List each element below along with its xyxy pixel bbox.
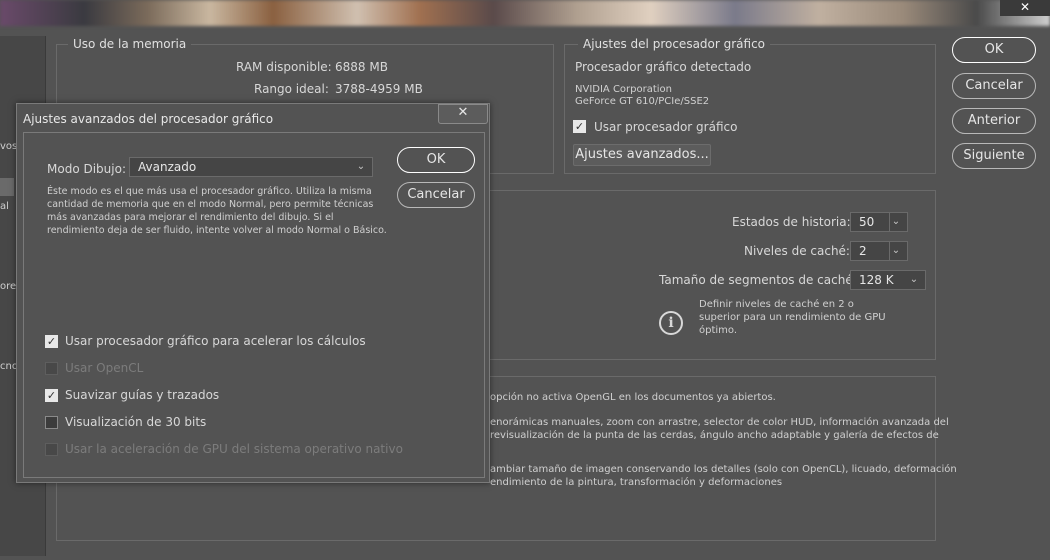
gpu-settings-title: Ajustes del procesador gráfico (578, 37, 771, 51)
dialog-cancel-button[interactable]: Cancelar (397, 182, 475, 208)
gpu-compute-checkbox[interactable]: ✓ (45, 335, 58, 348)
previous-button[interactable]: Anterior (952, 108, 1036, 134)
description-line: ambiar tamaño de imagen conservando los … (490, 464, 957, 475)
native-os-gpu-checkbox[interactable] (45, 443, 58, 456)
chevron-down-icon: ⌄ (356, 161, 366, 172)
ram-available-value: 6888 MB (335, 60, 388, 74)
ideal-range-value: 3788-4959 MB (335, 82, 423, 96)
background-photo-strip (0, 0, 1050, 26)
sidebar-selected-item[interactable] (0, 178, 14, 196)
ram-available-label: RAM disponible: (236, 60, 332, 74)
dialog-ok-button[interactable]: OK (397, 147, 475, 173)
gpu-model: GeForce GT 610/PCIe/SSE2 (575, 96, 710, 107)
description-line: endimiento de la pintura, transformación… (490, 477, 783, 488)
ok-button[interactable]: OK (952, 37, 1036, 63)
dialog-titlebar[interactable]: Ajustes avanzados del procesador gráfico… (17, 104, 489, 132)
advanced-settings-button[interactable]: Ajustes avanzados... (573, 144, 711, 166)
mode-description-line: rendimiento deja de ser fluido, intente … (47, 225, 387, 236)
window-close-icon[interactable]: ✕ (1000, 0, 1050, 16)
drawing-mode-value: Avanzado (138, 160, 197, 174)
ideal-range-label: Rango ideal: (254, 82, 329, 96)
info-icon: i (659, 311, 683, 335)
drawing-mode-dropdown[interactable]: Avanzado ⌄ (129, 157, 373, 177)
mode-description-line: más avanzadas para mejorar el rendimient… (47, 212, 334, 223)
use-gpu-checkbox[interactable]: ✓ (573, 120, 586, 133)
close-icon: ✕ (457, 105, 469, 120)
dialog-close-button[interactable]: ✕ (438, 104, 488, 124)
cache-hint-line: superior para un rendimiento de GPU (699, 312, 886, 323)
opencl-checkbox[interactable] (45, 362, 58, 375)
advanced-gpu-settings-dialog: Ajustes avanzados del procesador gráfico… (16, 103, 490, 483)
antialias-guides-label: Suavizar guías y trazados (65, 388, 220, 402)
history-states-dropdown[interactable]: 50 ⌄ (850, 212, 908, 232)
chevron-down-icon: ⌄ (891, 245, 901, 256)
opencl-label: Usar OpenCL (65, 361, 144, 375)
memory-usage-title: Uso de la memoria (68, 37, 192, 51)
chevron-down-icon: ⌄ (909, 274, 919, 285)
description-line: revisualización de la punta de las cerda… (490, 430, 939, 441)
dialog-title: Ajustes avanzados del procesador gráfico (23, 112, 274, 126)
cache-hint-line: óptimo. (699, 325, 738, 336)
history-states-value: 50 (859, 215, 875, 229)
description-line: opción no activa OpenGL en los documento… (490, 392, 776, 403)
cache-levels-value: 2 (859, 244, 867, 258)
chevron-down-icon: ⌄ (891, 216, 901, 227)
cache-levels-dropdown[interactable]: 2 ⌄ (850, 241, 908, 261)
dialog-content-frame: Modo Dibujo: Avanzado ⌄ Éste modo es el … (23, 132, 485, 478)
gpu-detected-label: Procesador gráfico detectado (575, 60, 752, 74)
cancel-button[interactable]: Cancelar (952, 73, 1036, 99)
cache-levels-label: Niveles de caché: (744, 244, 850, 258)
gpu-compute-label: Usar procesador gráfico para acelerar lo… (65, 334, 366, 348)
cache-tile-size-value: 128 K (859, 273, 894, 287)
cache-tile-size-dropdown[interactable]: 128 K ⌄ (850, 270, 926, 290)
native-os-gpu-label: Usar la aceleración de GPU del sistema o… (65, 442, 403, 456)
use-gpu-label: Usar procesador gráfico (594, 120, 738, 134)
30-bit-display-checkbox[interactable] (45, 416, 58, 429)
history-states-label: Estados de historia: (732, 215, 851, 229)
mode-description-line: cantidad de memoria que en el modo Norma… (47, 199, 374, 210)
antialias-guides-checkbox[interactable]: ✓ (45, 389, 58, 402)
drawing-mode-label: Modo Dibujo: (47, 162, 126, 176)
cache-hint-line: Definir niveles de caché en 2 o (699, 299, 854, 310)
description-line: enorámicas manuales, zoom con arrastre, … (490, 417, 949, 428)
30-bit-display-label: Visualización de 30 bits (65, 415, 207, 429)
next-button[interactable]: Siguiente (952, 143, 1036, 169)
cache-tile-size-label: Tamaño de segmentos de caché: (659, 273, 857, 287)
mode-description-line: Éste modo es el que más usa el procesado… (47, 186, 372, 197)
